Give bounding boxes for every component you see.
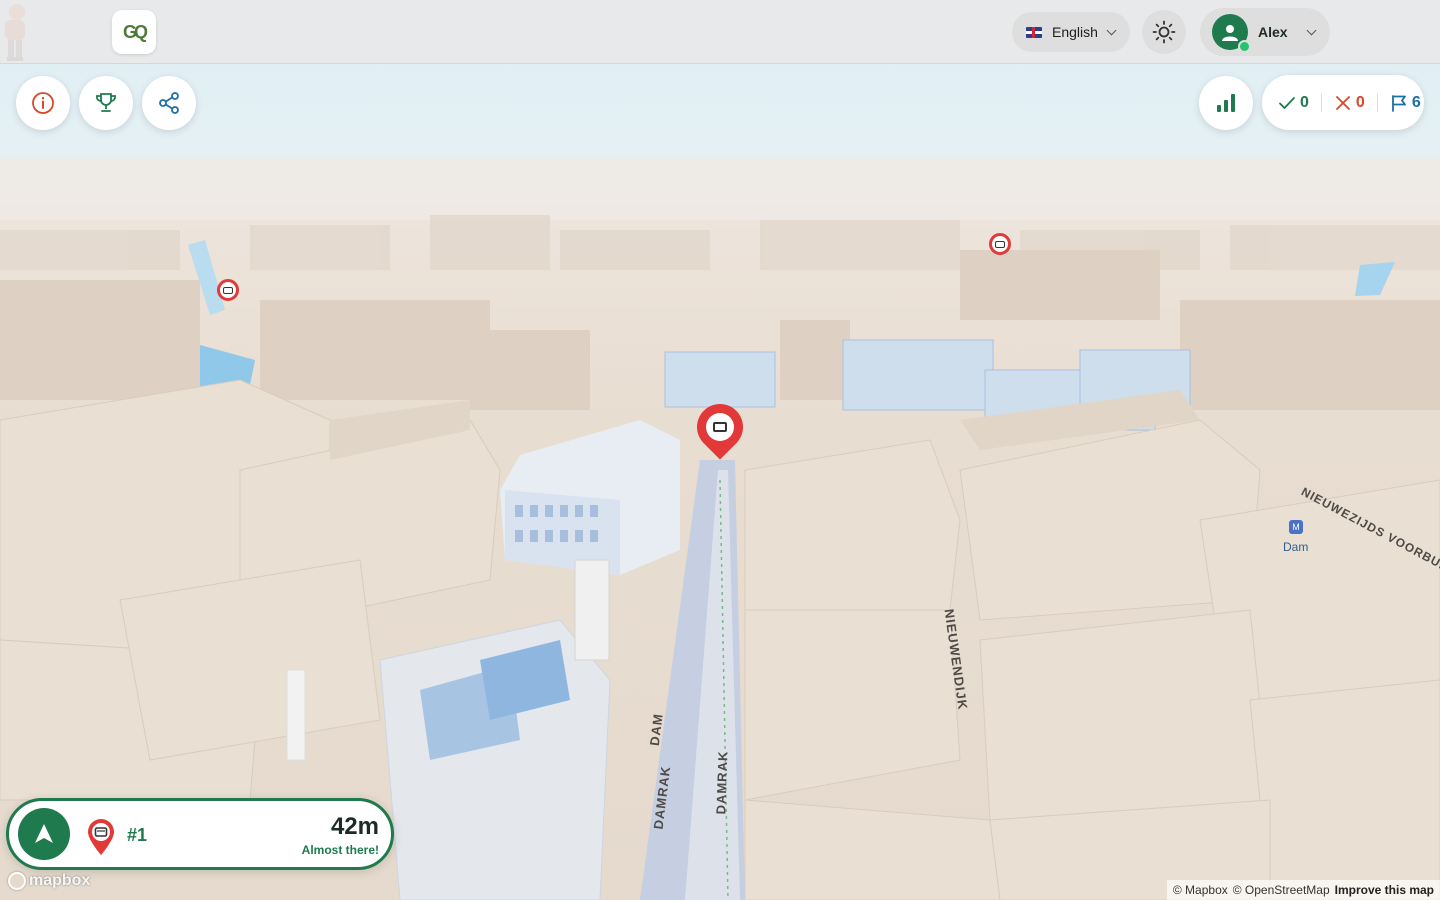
chevron-down-icon [1106,25,1117,35]
target-status: Almost there! [301,843,379,857]
divider [1320,93,1322,112]
target-pin-camera-icon [706,413,734,441]
target-number: #1 [127,825,148,845]
osm-attribution-link[interactable]: © OpenStreetMap [1233,883,1330,897]
cross-icon [1336,95,1350,110]
target-card[interactable]: #1 42m Almost there! [6,798,394,870]
divider [1376,93,1378,112]
mapbox-icon [8,872,26,890]
target-distance: 42m [330,813,379,840]
correct-count: 0 [1278,94,1309,112]
share-icon [159,92,179,114]
mapbox-logo[interactable]: mapbox [8,872,90,890]
map-marker-camera[interactable] [217,279,239,301]
top-bar: GQ English Alex [0,0,1440,64]
correct-value: 0 [1300,93,1309,111]
trophy-icon [96,93,116,112]
wrong-value: 0 [1355,93,1365,111]
avatar [1212,14,1251,53]
mapbox-attribution-link[interactable]: © Mapbox [1173,883,1228,897]
wrong-count: 0 [1334,94,1365,112]
flags-count: 6 [1390,94,1421,112]
target-marker-icon [88,819,114,855]
user-icon [1222,25,1238,41]
app-logo[interactable]: GQ [112,10,156,54]
flag-icon [1391,94,1406,112]
leaderboard-button[interactable] [79,76,133,130]
logo-text: GQ [122,21,148,42]
language-selector[interactable]: English [1012,12,1130,52]
camera-icon [995,240,1005,248]
metro-station-icon: M [1289,520,1303,534]
stats-button[interactable] [1199,76,1253,130]
bar-chart-icon [1217,94,1235,112]
chevron-down-icon [1306,25,1317,35]
uk-flag-icon [1026,26,1042,38]
navigation-arrow-icon [35,824,53,843]
navigate-button[interactable] [18,808,70,860]
user-menu[interactable]: Alex [1200,8,1330,56]
online-status-dot [1238,40,1251,53]
camera-icon [223,286,233,294]
info-icon [32,92,54,114]
check-icon [1279,96,1295,109]
poi-label-dam: Dam [1283,540,1309,554]
sun-icon [1152,20,1176,44]
street-label-damrak-2: DAMRAK [713,750,731,815]
info-button[interactable] [16,76,70,130]
score-summary: 0 0 6 [1262,75,1424,130]
mapbox-logo-text: mapbox [29,872,91,889]
user-name: Alex [1258,24,1288,40]
theme-toggle-button[interactable] [1142,10,1186,54]
improve-map-link[interactable]: Improve this map [1335,883,1434,897]
map-view[interactable]: DAM DAMRAK DAMRAK NIEUWENDIJK NIEUWEZIJD… [0,0,1440,900]
map-marker-camera[interactable] [989,233,1011,255]
language-label: English [1052,24,1098,40]
flags-value: 6 [1411,93,1421,111]
map-attribution: © Mapbox © OpenStreetMap Improve this ma… [1166,880,1440,900]
share-button[interactable] [142,76,196,130]
